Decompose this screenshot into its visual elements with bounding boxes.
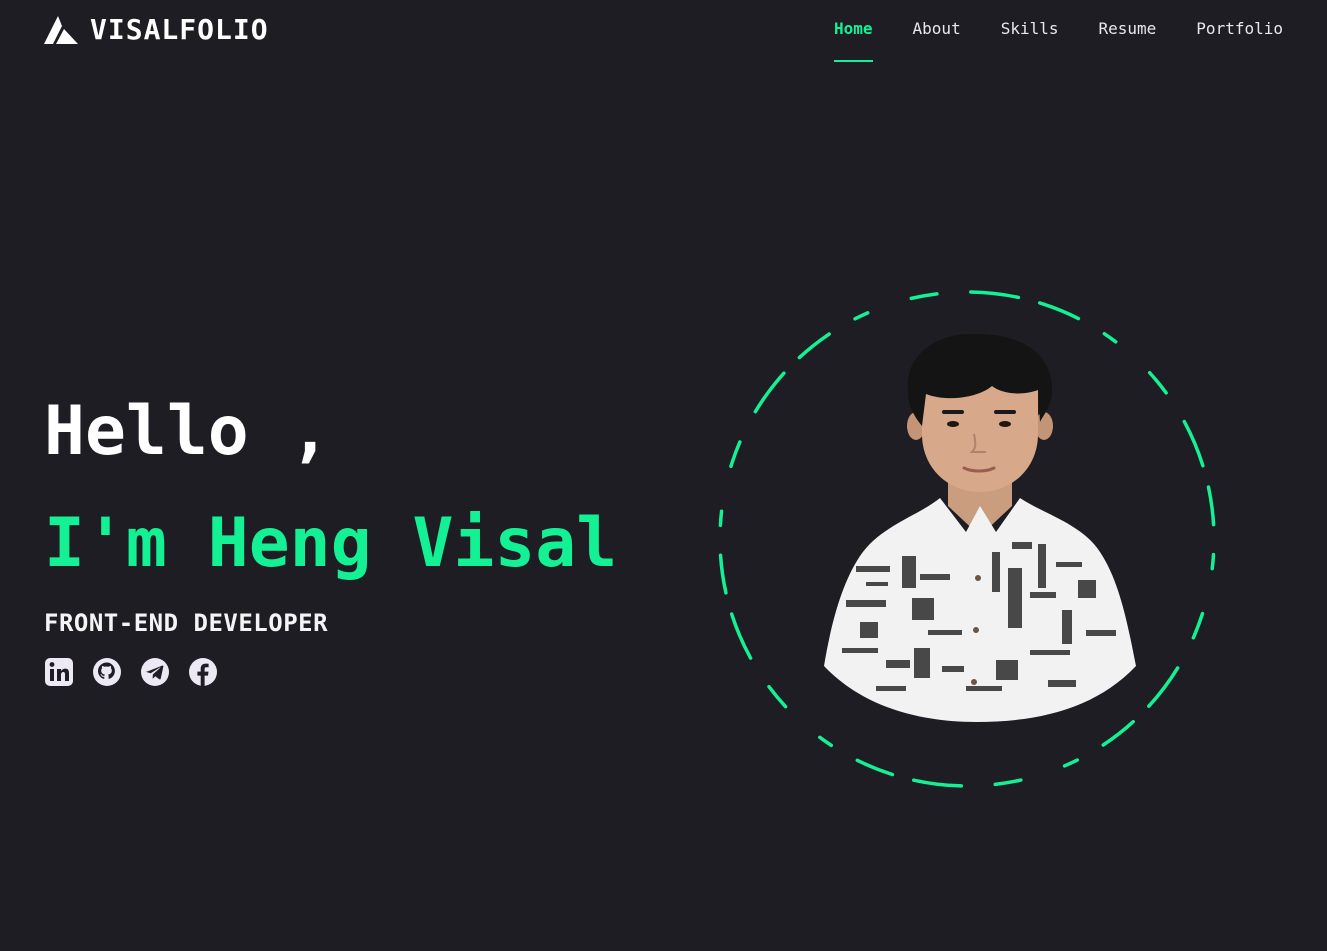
brand-link[interactable]: VISALFOLIO	[44, 12, 269, 48]
portfolio-page: VISALFOLIO Home About Skills Resume Port…	[0, 0, 1327, 951]
nav-item-portfolio[interactable]: Portfolio	[1196, 0, 1283, 62]
telegram-link[interactable]	[140, 656, 170, 688]
telegram-icon	[141, 658, 169, 686]
brand-name: VISALFOLIO	[90, 13, 269, 46]
nav-item-home[interactable]: Home	[834, 0, 873, 62]
active-nav-underline	[834, 60, 873, 62]
profile-portrait	[824, 333, 1136, 722]
hero-greeting: Hello ,	[44, 392, 331, 471]
nav-item-label: Resume	[1098, 19, 1157, 38]
linkedin-icon	[45, 658, 73, 686]
hero-name: I'm Heng Visal	[44, 504, 618, 583]
nav-item-skills[interactable]: Skills	[1001, 0, 1059, 62]
nav-item-label: Home	[834, 19, 873, 38]
nav-item-label: Portfolio	[1196, 19, 1283, 38]
hero-role: FRONT-END DEVELOPER	[44, 609, 329, 637]
github-icon	[93, 658, 121, 686]
linkedin-link[interactable]	[44, 656, 74, 688]
site-header: VISALFOLIO Home About Skills Resume Port…	[0, 0, 1327, 62]
facebook-icon	[189, 658, 217, 686]
facebook-link[interactable]	[188, 656, 218, 688]
nav-item-resume[interactable]: Resume	[1099, 0, 1157, 62]
nav-item-label: About	[912, 19, 961, 38]
main-nav: Home About Skills Resume Portfolio	[834, 0, 1283, 62]
github-link[interactable]	[92, 656, 122, 688]
triangle-logo-icon	[44, 16, 78, 44]
social-links	[44, 656, 218, 688]
nav-item-about[interactable]: About	[913, 0, 961, 62]
nav-item-label: Skills	[1000, 19, 1059, 38]
